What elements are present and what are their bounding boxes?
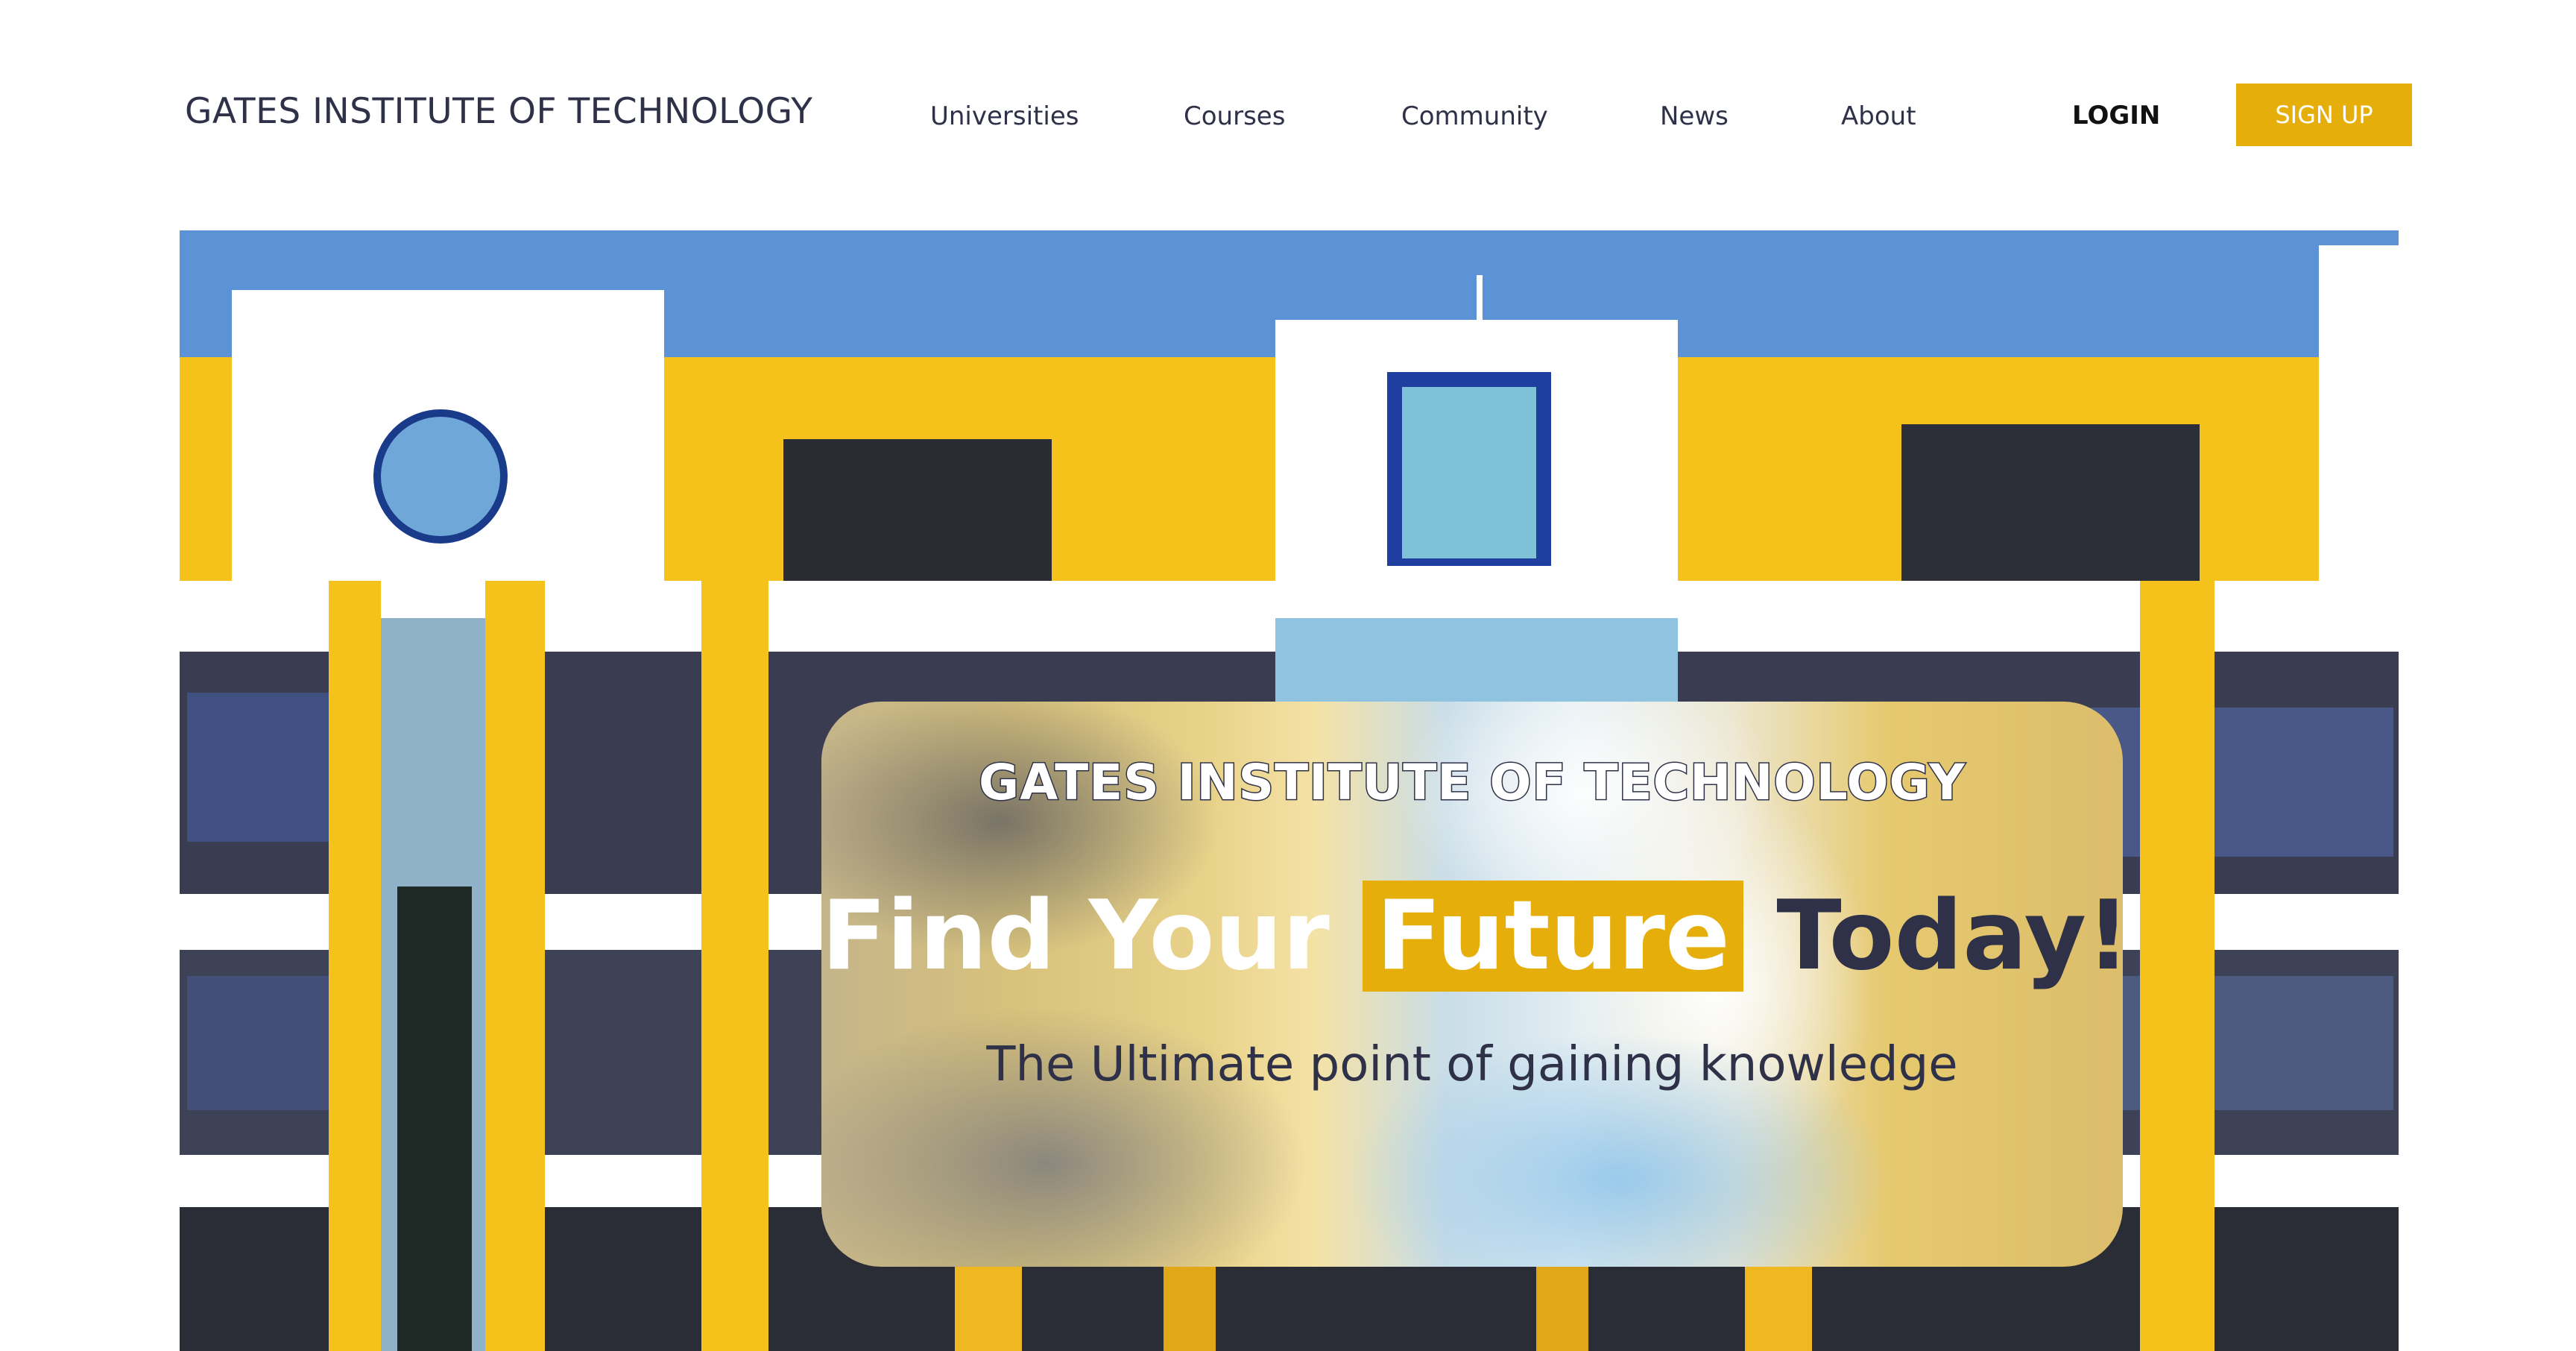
hero-glass-card: GATES INSTITUTE OF TECHNOLOGY Find Your … (821, 702, 2123, 1267)
hero-headline: Find Your Future Today! (821, 881, 2123, 992)
top-navbar: GATES INSTITUTE OF TECHNOLOGY Universiti… (0, 0, 2576, 224)
nav-link-news[interactable]: News (1660, 101, 1729, 131)
signup-button-label: SIGN UP (2275, 101, 2373, 129)
signup-button[interactable]: SIGN UP (2236, 84, 2412, 146)
nav-link-community[interactable]: Community (1401, 101, 1548, 131)
site-logo-text[interactable]: GATES INSTITUTE OF TECHNOLOGY (185, 91, 812, 132)
login-link[interactable]: LOGIN (2072, 101, 2160, 130)
nav-link-courses[interactable]: Courses (1184, 101, 1285, 131)
nav-link-universities[interactable]: Universities (930, 101, 1079, 131)
headline-part-1: Find Your (821, 881, 1363, 992)
hero-banner: GATES INSTITUTE OF TECHNOLOGY Find Your … (180, 230, 2399, 1351)
landing-page: GATES INSTITUTE OF TECHNOLOGY Universiti… (0, 0, 2576, 1351)
hero-overlay-title: GATES INSTITUTE OF TECHNOLOGY (978, 753, 1966, 813)
headline-part-2: Today! (1743, 881, 2123, 992)
hero-tagline: The Ultimate point of gaining knowledge (986, 1037, 1958, 1092)
headline-highlight: Future (1363, 881, 1743, 992)
nav-link-about[interactable]: About (1841, 101, 1916, 131)
